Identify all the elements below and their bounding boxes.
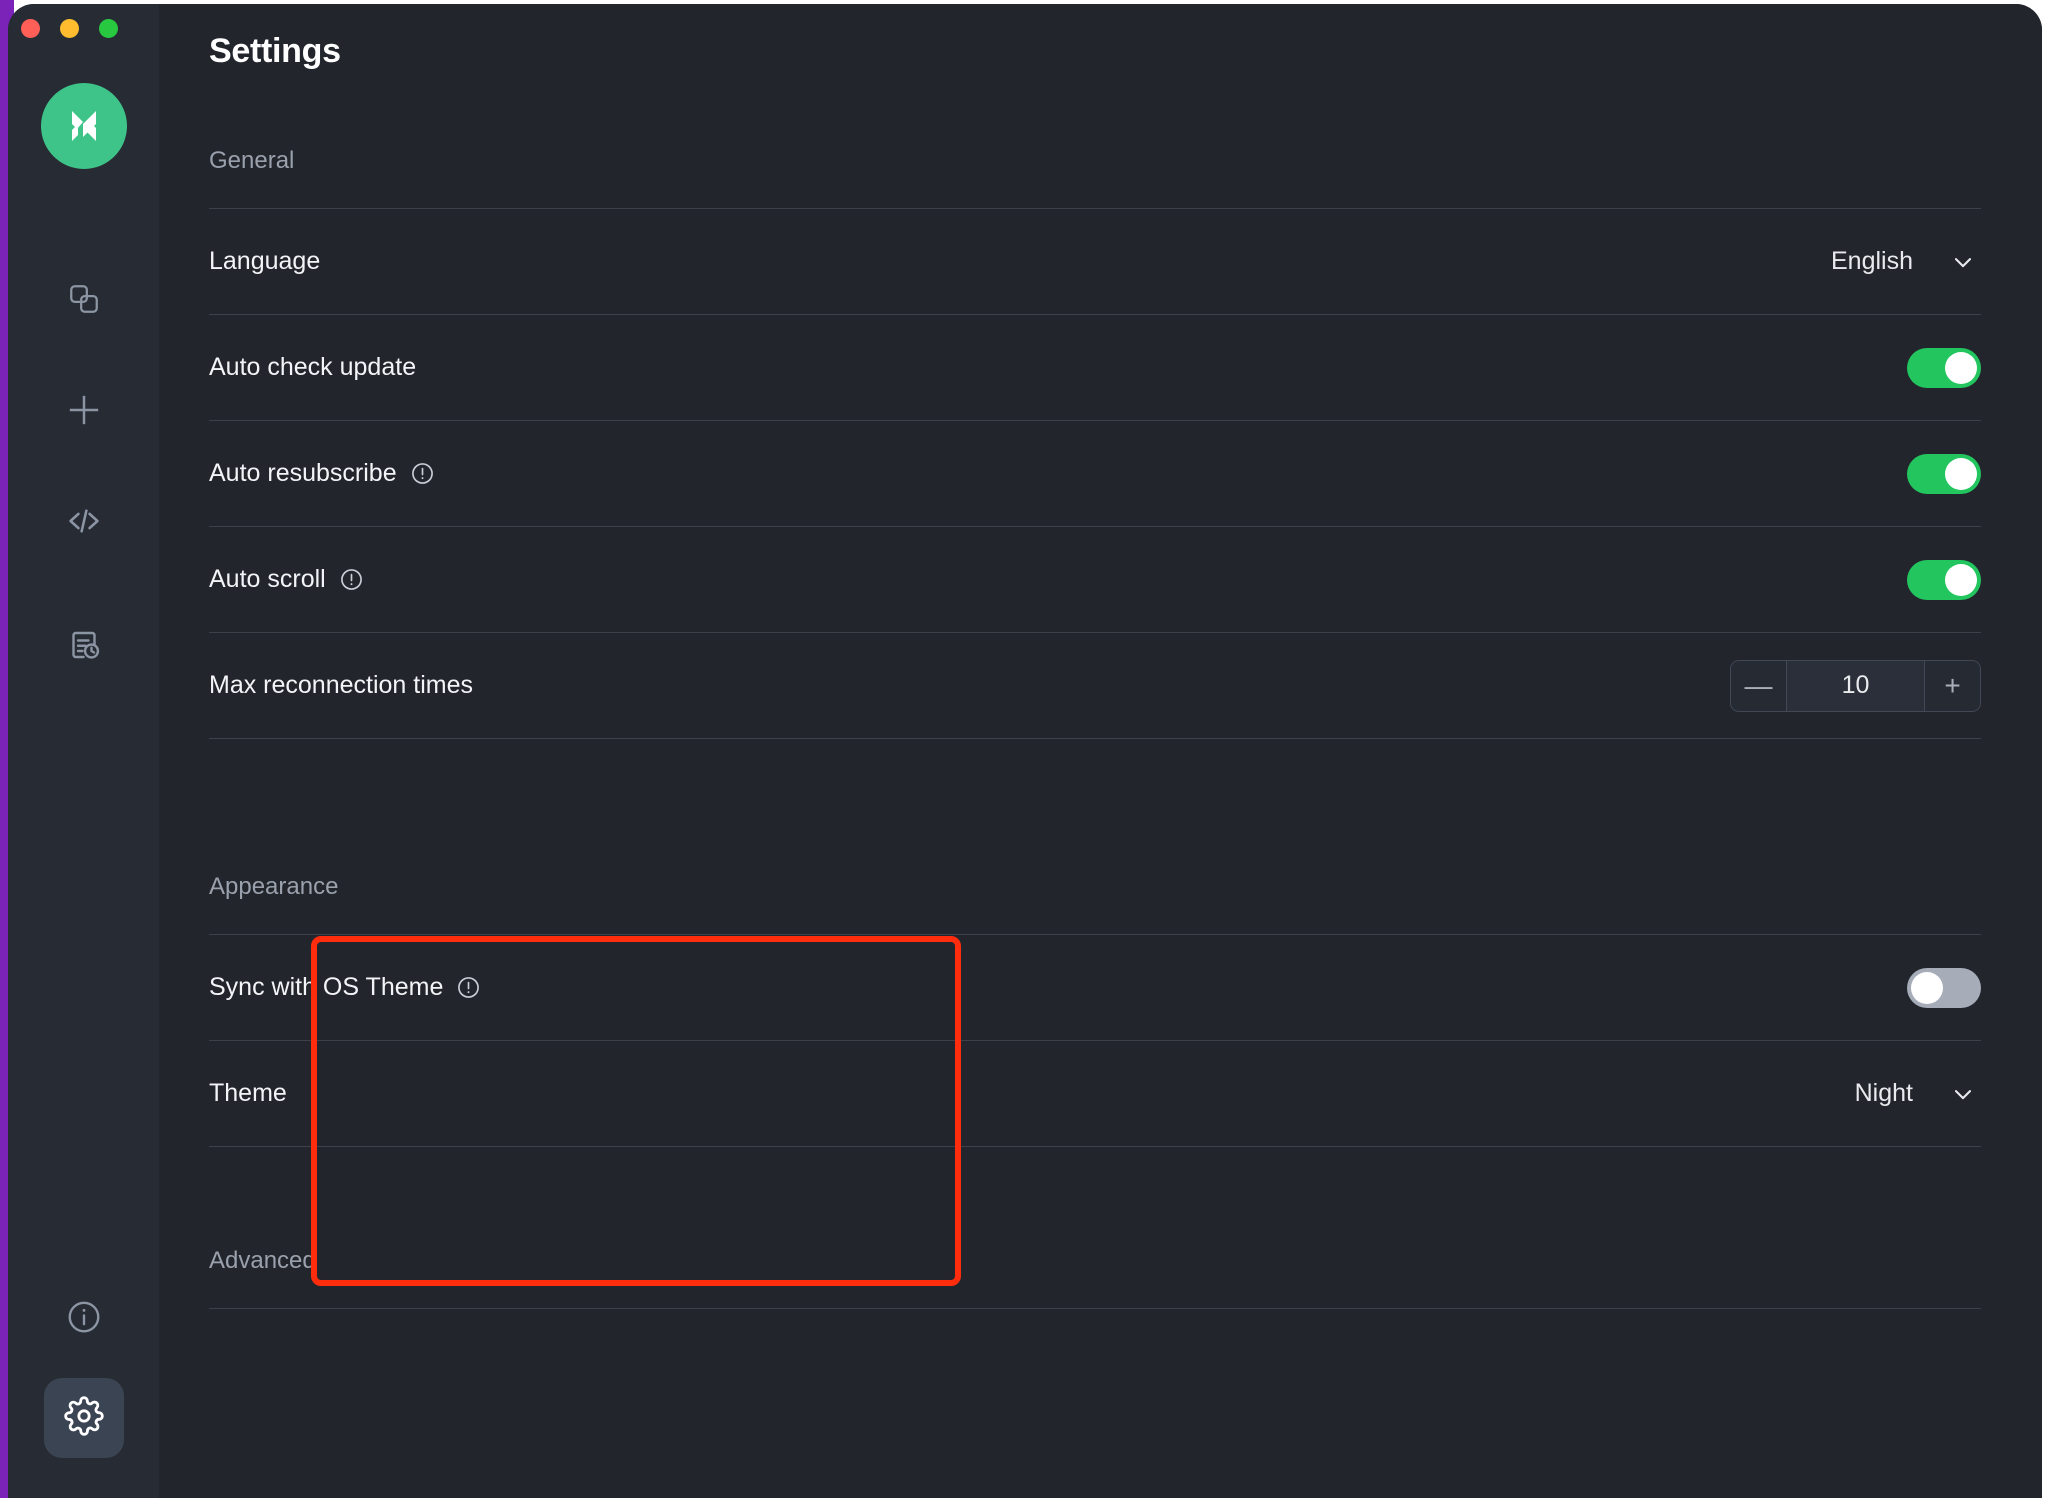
row-sync-with-os-theme[interactable]: Sync with OS Theme (198, 935, 1981, 1040)
toggle-knob (1945, 457, 1977, 490)
sidebar-item-about[interactable] (51, 1286, 117, 1352)
row-label: Sync with OS Theme (209, 973, 481, 1002)
sync-with-os-theme-toggle[interactable] (1907, 967, 1981, 1008)
chevron-down-icon (1949, 1080, 1977, 1108)
section-header-general: General (209, 147, 295, 174)
window-controls (21, 19, 118, 38)
stepper-value[interactable]: 10 (1787, 660, 1924, 711)
row-language[interactable]: Language English (198, 209, 1981, 314)
app-logo-icon (40, 83, 127, 169)
gear-icon (63, 1395, 104, 1441)
row-theme[interactable]: Theme Night (198, 1041, 1981, 1146)
auto-resubscribe-toggle[interactable] (1907, 453, 1981, 494)
info-exclamation-icon[interactable] (456, 975, 481, 1000)
app-window: Settings General Language English Auto c… (8, 4, 2042, 1498)
row-max-reconnection-times[interactable]: Max reconnection times — 10 + (198, 633, 1981, 738)
sidebar (8, 4, 159, 1498)
row-label: Auto resubscribe (209, 459, 435, 488)
row-label-text: Sync with OS Theme (209, 973, 444, 1001)
stepper-decrement-button[interactable]: — (1731, 660, 1787, 711)
divider (209, 1308, 1981, 1309)
info-circle-icon (65, 1298, 103, 1341)
language-value: English (1831, 247, 1913, 275)
row-auto-resubscribe[interactable]: Auto resubscribe (198, 421, 1981, 526)
overlapping-squares-icon (67, 282, 101, 321)
row-label-text: Auto scroll (209, 565, 326, 593)
row-auto-scroll[interactable]: Auto scroll (198, 527, 1981, 632)
page-title: Settings (209, 32, 341, 70)
row-label: Language (209, 247, 321, 275)
info-exclamation-icon[interactable] (339, 567, 364, 592)
section-header-advanced: Advanced (209, 1247, 316, 1274)
chevron-down-icon (1949, 248, 1977, 276)
theme-value: Night (1854, 1079, 1913, 1107)
row-label: Theme (209, 1079, 287, 1107)
settings-content: Settings General Language English Auto c… (159, 4, 2042, 1498)
plus-icon (64, 390, 104, 435)
row-label: Auto check update (209, 353, 417, 381)
row-label: Max reconnection times (209, 671, 474, 699)
sidebar-item-proxies[interactable] (51, 268, 117, 334)
row-label: Auto scroll (209, 565, 364, 594)
stepper-increment-button[interactable]: + (1924, 660, 1980, 711)
toggle-knob (1945, 563, 1977, 596)
toggle-knob (1911, 971, 1943, 1004)
document-clock-icon (66, 627, 102, 668)
row-auto-check-update[interactable]: Auto check update (198, 315, 1981, 420)
sidebar-item-add[interactable] (51, 379, 117, 445)
language-dropdown[interactable]: English (1831, 247, 1981, 276)
section-header-appearance: Appearance (209, 873, 339, 900)
auto-scroll-toggle[interactable] (1907, 559, 1981, 600)
maximize-button[interactable] (99, 19, 118, 38)
minimize-button[interactable] (60, 19, 79, 38)
sidebar-item-scripts[interactable] (51, 490, 117, 556)
auto-check-update-toggle[interactable] (1907, 347, 1981, 388)
info-exclamation-icon[interactable] (410, 461, 435, 486)
close-button[interactable] (21, 19, 40, 38)
code-brackets-icon (65, 502, 103, 545)
row-label-text: Auto resubscribe (209, 459, 397, 487)
toggle-knob (1945, 351, 1977, 384)
sidebar-item-logs[interactable] (51, 614, 117, 680)
theme-dropdown[interactable]: Night (1855, 1079, 1981, 1108)
sidebar-item-settings[interactable] (43, 1378, 124, 1458)
max-reconnection-stepper[interactable]: — 10 + (1730, 659, 1981, 712)
